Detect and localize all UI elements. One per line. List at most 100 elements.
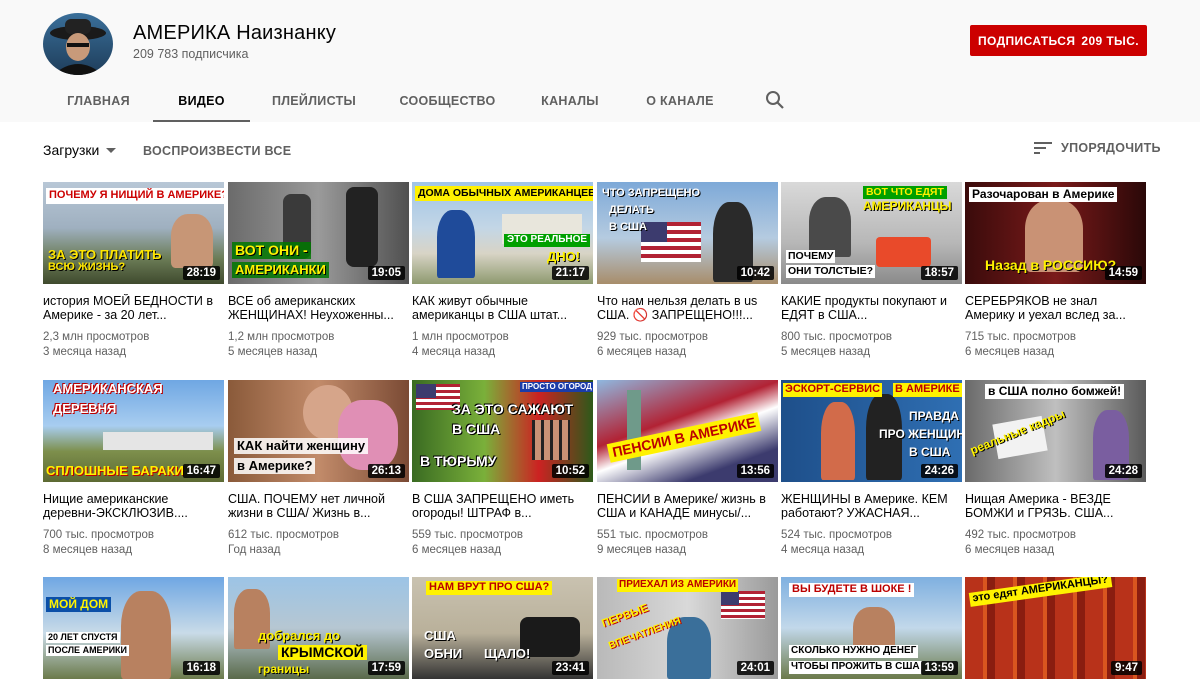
video-views: 800 тыс. просмотров [781,331,893,343]
thumb-overlay-text: В АМЕРИКЕ [893,383,962,397]
video-title[interactable]: США. ПОЧЕМУ нет личной жизни в США/ Жизн… [228,492,409,520]
video-card[interactable]: ПРИЕХАЛ ИЗ АМЕРИКИ ПЕРВЫЕ ВПЕЧАТЛЕНИЯ 24… [597,577,778,679]
thumb-overlay-text: ВСЮ ЖИЗНЬ? [48,261,126,273]
subscribe-button[interactable]: ПОДПИСАТЬСЯ 209 ТЫС. [970,25,1147,56]
video-card[interactable]: ПОЧЕМУ Я НИЩИЙ В АМЕРИКЕ? ЗА ЭТО ПЛАТИТЬ… [43,182,224,360]
video-thumbnail[interactable]: АМЕРИКАНСКАЯ ДЕРЕВНЯ СПЛОШНЫЕ БАРАКИ 16:… [43,380,224,482]
video-views: 1,2 млн просмотров [228,331,335,343]
video-thumbnail[interactable]: МОЙ ДОМ 20 ЛЕТ СПУСТЯ ПОСЛЕ АМЕРИКИ 16:1… [43,577,224,679]
video-thumbnail[interactable]: ПРИЕХАЛ ИЗ АМЕРИКИ ПЕРВЫЕ ВПЕЧАТЛЕНИЯ 24… [597,577,778,679]
video-card[interactable]: добрался до КРЫМСКОЙ границы 17:59 [228,577,409,679]
thumb-overlay-text: В США [609,221,647,233]
video-card[interactable]: Разочарован в Америке Назад в РОССИЮ? 14… [965,182,1146,360]
thumb-overlay-text: ПРО ЖЕНЩИН [879,427,962,441]
search-icon[interactable] [763,88,787,112]
video-thumbnail[interactable]: ВОТ ОНИ - АМЕРИКАНКИ 19:05 [228,182,409,284]
video-card[interactable]: КАК найти женщину в Америке? 26:13 США. … [228,380,409,558]
video-card[interactable]: АМЕРИКАНСКАЯ ДЕРЕВНЯ СПЛОШНЫЕ БАРАКИ 16:… [43,380,224,558]
thumb-overlay-text: ДЕРЕВНЯ [53,401,117,416]
thumb-overlay-text: ОНИ ТОЛСТЫЕ? [786,265,876,279]
video-card[interactable]: это едят АМЕРИКАНЦЫ? 9:47 [965,577,1146,679]
video-card[interactable]: ВЫ БУДЕТЕ В ШОКЕ ! СКОЛЬКО НУЖНО ДЕНЕГ Ч… [781,577,962,679]
video-card[interactable]: ПЕНСИИ В АМЕРИКЕ 13:56 ПЕНСИИ в Америке/… [597,380,778,558]
video-thumbnail[interactable]: ДОМА ОБЫЧНЫХ АМЕРИКАНЦЕВ ЭТО РЕАЛЬНОЕ ДН… [412,182,593,284]
sort-icon [1034,142,1052,154]
sort-button[interactable]: УПОРЯДОЧИТЬ [1034,141,1161,155]
video-age: 6 месяцев назад [965,346,1055,358]
video-card[interactable]: ВОТ ОНИ - АМЕРИКАНКИ 19:05 ВСЕ об америк… [228,182,409,360]
video-title[interactable]: история МОЕЙ БЕДНОСТИ в Америке - за 20 … [43,294,224,322]
tab-community[interactable]: СООБЩЕСТВО [392,80,503,122]
video-thumbnail[interactable]: ВОТ ЧТО ЕДЯТ АМЕРИКАНЦЫ ПОЧЕМУ ОНИ ТОЛСТ… [781,182,962,284]
video-duration: 24:01 [736,661,774,675]
uploads-dropdown[interactable]: Загрузки [43,142,117,158]
subscriber-count: 209 783 подписчика [133,47,249,61]
thumb-overlay-text: ВЫ БУДЕТЕ В ШОКЕ ! [789,583,915,597]
video-card[interactable]: ЭСКОРТ-СЕРВИС В АМЕРИКЕ ПРАВДА ПРО ЖЕНЩИ… [781,380,962,558]
video-thumbnail[interactable]: КАК найти женщину в Америке? 26:13 [228,380,409,482]
thumb-overlay-text: МОЙ ДОМ [46,597,112,612]
tab-about[interactable]: О КАНАЛЕ [636,80,724,122]
video-thumbnail[interactable]: ПРОСТО ОГОРОД ЗА ЭТО САЖАЮТ В США В ТЮРЬ… [412,380,593,482]
video-thumbnail[interactable]: Разочарован в Америке Назад в РОССИЮ? 14… [965,182,1146,284]
video-card[interactable]: МОЙ ДОМ 20 ЛЕТ СПУСТЯ ПОСЛЕ АМЕРИКИ 16:1… [43,577,224,679]
thumb-overlay-text: ЩАЛО! [484,646,531,661]
video-title[interactable]: КАК живут обычные американцы в США штат.… [412,294,593,322]
play-all-button[interactable]: ВОСПРОИЗВЕСТИ ВСЕ [143,144,291,158]
video-duration: 18:57 [920,266,958,280]
video-views: 700 тыс. просмотров [43,529,155,541]
thumb-overlay-text: НАМ ВРУТ ПРО США? [426,581,553,595]
video-duration: 16:47 [182,464,220,478]
video-thumbnail[interactable]: ЧТО ЗАПРЕЩЕНО ДЕЛАТЬ В США 10:42 [597,182,778,284]
video-duration: 28:19 [182,266,220,280]
video-title[interactable]: ВСЕ об американских ЖЕНЩИНАХ! Неухоженны… [228,294,409,322]
video-card[interactable]: ПРОСТО ОГОРОД ЗА ЭТО САЖАЮТ В США В ТЮРЬ… [412,380,593,558]
video-title[interactable]: КАКИЕ продукты покупают и ЕДЯТ в США... [781,294,962,322]
video-title[interactable]: Что нам нельзя делать в us США. 🚫 ЗАПРЕЩ… [597,294,778,322]
caret-down-icon [106,147,117,153]
thumb-overlay-text: ПОЧЕМУ Я НИЩИЙ В АМЕРИКЕ? [46,188,224,204]
tab-home[interactable]: ГЛАВНАЯ [55,80,142,122]
video-title[interactable]: Нищие американские деревни-ЭКСКЛЮЗИВ.... [43,492,224,520]
thumb-overlay-text: Назад в РОССИЮ? [985,257,1117,273]
channel-avatar[interactable] [43,13,113,75]
video-card[interactable]: НАМ ВРУТ ПРО США? США ОБНИ ЩАЛО! 23:41 [412,577,593,679]
video-age: Год назад [228,544,281,556]
video-duration: 24:26 [920,464,958,478]
video-card[interactable]: ЧТО ЗАПРЕЩЕНО ДЕЛАТЬ В США 10:42 Что нам… [597,182,778,360]
thumb-overlay-text: КРЫМСКОЙ [278,645,367,660]
video-age: 6 месяцев назад [412,544,502,556]
video-age: 4 месяца назад [412,346,496,358]
video-thumbnail[interactable]: ВЫ БУДЕТЕ В ШОКЕ ! СКОЛЬКО НУЖНО ДЕНЕГ Ч… [781,577,962,679]
thumb-overlay-text: ПРАВДА [909,409,959,423]
video-thumbnail[interactable]: ПОЧЕМУ Я НИЩИЙ В АМЕРИКЕ? ЗА ЭТО ПЛАТИТЬ… [43,182,224,284]
thumb-overlay-text: в Америке? [234,458,316,474]
tab-videos[interactable]: ВИДЕО [153,80,250,122]
tab-playlists[interactable]: ПЛЕЙЛИСТЫ [262,80,366,122]
video-card[interactable]: ВОТ ЧТО ЕДЯТ АМЕРИКАНЦЫ ПОЧЕМУ ОНИ ТОЛСТ… [781,182,962,360]
video-views: 715 тыс. просмотров [965,331,1077,343]
video-title[interactable]: СЕРЕБРЯКОВ не знал Америку и уехал вслед… [965,294,1146,322]
video-title[interactable]: ПЕНСИИ в Америке/ жизнь в США и КАНАДЕ м… [597,492,778,520]
tab-channels[interactable]: КАНАЛЫ [530,80,610,122]
uploads-label: Загрузки [43,142,100,158]
video-thumbnail[interactable]: добрался до КРЫМСКОЙ границы 17:59 [228,577,409,679]
thumb-overlay-text: в США полно бомжей! [985,384,1125,399]
video-title[interactable]: ЖЕНЩИНЫ в Америке. КЕМ работают? УЖАСНАЯ… [781,492,962,520]
video-card[interactable]: ДОМА ОБЫЧНЫХ АМЕРИКАНЦЕВ ЭТО РЕАЛЬНОЕ ДН… [412,182,593,360]
video-thumbnail[interactable]: в США полно бомжей! реальные кадры 24:28 [965,380,1146,482]
video-thumbnail[interactable]: ПЕНСИИ В АМЕРИКЕ 13:56 [597,380,778,482]
video-thumbnail[interactable]: ЭСКОРТ-СЕРВИС В АМЕРИКЕ ПРАВДА ПРО ЖЕНЩИ… [781,380,962,482]
video-title[interactable]: В США ЗАПРЕЩЕНО иметь огороды! ШТРАФ в..… [412,492,593,520]
video-card[interactable]: в США полно бомжей! реальные кадры 24:28… [965,380,1146,558]
channel-tabs: ГЛАВНАЯ ВИДЕО ПЛЕЙЛИСТЫ СООБЩЕСТВО КАНАЛ… [0,80,1200,122]
thumb-overlay-text: ПОЧЕМУ [786,250,836,264]
thumb-overlay-text: ДОМА ОБЫЧНЫХ АМЕРИКАНЦЕВ [415,186,593,202]
video-thumbnail[interactable]: это едят АМЕРИКАНЦЫ? 9:47 [965,577,1146,679]
video-thumbnail[interactable]: НАМ ВРУТ ПРО США? США ОБНИ ЩАЛО! 23:41 [412,577,593,679]
video-duration: 16:18 [182,661,220,675]
video-title[interactable]: Нищая Америка - ВЕЗДЕ БОМЖИ и ГРЯЗЬ. США… [965,492,1146,520]
video-duration: 13:56 [736,464,774,478]
video-duration: 21:17 [551,266,589,280]
video-views: 929 тыс. просмотров [597,331,709,343]
